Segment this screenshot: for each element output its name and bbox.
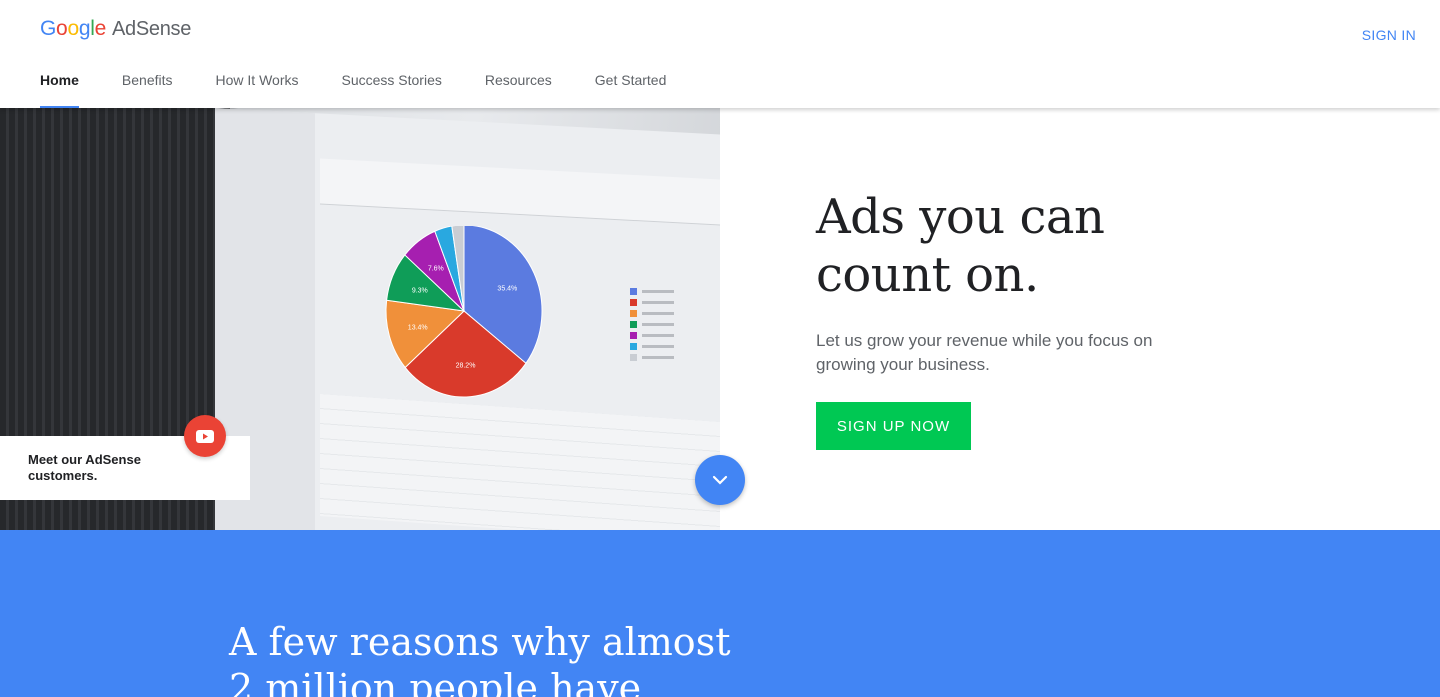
main-nav: Home Benefits How It Works Success Stories R… (40, 60, 709, 108)
chart-legend (630, 288, 674, 365)
legend-item (630, 332, 674, 339)
logo-letter: G (40, 17, 57, 40)
legend-item (630, 310, 674, 317)
logo-letter: o (56, 17, 68, 40)
youtube-play-icon (196, 429, 214, 443)
legend-swatch (630, 310, 637, 317)
hero-title: Ads you can count on. (816, 189, 1105, 303)
legend-swatch (630, 288, 637, 295)
nav-item-home[interactable]: Home (40, 60, 79, 108)
reasons-section: A few reasons why almost 2 million peopl… (0, 530, 1440, 697)
pie-slice-label: 35.4% (497, 285, 517, 292)
legend-label-blur (642, 345, 674, 348)
legend-item (630, 321, 674, 328)
pie-slice-label: 7.6% (428, 266, 444, 273)
pie-chart: 35.4% 28.2% 13.4% 9.3% 7.6% (385, 226, 543, 398)
legend-swatch (630, 343, 637, 350)
chevron-down-icon (712, 475, 728, 485)
legend-swatch (630, 299, 637, 306)
scroll-down-button[interactable] (695, 455, 745, 505)
play-video-button[interactable] (184, 415, 226, 457)
hero-subtitle: Let us grow your revenue while you focus… (816, 331, 1153, 374)
nav-item-benefits[interactable]: Benefits (122, 60, 173, 108)
nav-item-get-started[interactable]: Get Started (595, 60, 667, 108)
nav-item-success-stories[interactable]: Success Stories (341, 60, 441, 108)
sign-up-button[interactable]: SIGN UP NOW (816, 402, 971, 450)
logo-letter: g (78, 17, 91, 40)
product-name: AdSense (111, 18, 192, 40)
logo-letter: e (94, 17, 107, 40)
legend-label-blur (642, 334, 674, 337)
legend-item (630, 299, 674, 306)
logo-letter: o (67, 17, 79, 40)
legend-swatch (630, 354, 637, 361)
legend-label-blur (642, 301, 674, 304)
legend-label-blur (642, 312, 674, 315)
nav-item-how-it-works[interactable]: How It Works (216, 60, 299, 108)
pie-slice-label: 28.2% (456, 362, 476, 369)
sign-in-link[interactable]: SIGN IN (1362, 27, 1416, 43)
screen-toolbar (320, 158, 720, 226)
legend-swatch (630, 332, 637, 339)
legend-label-blur (642, 323, 674, 326)
legend-item (630, 343, 674, 350)
reasons-title: A few reasons why almost 2 million peopl… (229, 620, 731, 697)
legend-label-blur (642, 356, 674, 359)
nav-item-resources[interactable]: Resources (485, 60, 552, 108)
legend-swatch (630, 321, 637, 328)
legend-label-blur (642, 290, 674, 293)
video-card-text: Meet our AdSense customers. (28, 452, 141, 483)
pie-slice-label: 9.3% (412, 287, 428, 294)
pie-slice-label: 13.4% (408, 325, 428, 332)
legend-item (630, 288, 674, 295)
legend-item (630, 354, 674, 361)
site-header: Google AdSense Home Benefits How It Works S… (0, 0, 1440, 108)
google-wordmark: Google (40, 17, 106, 41)
adsense-logo[interactable]: Google AdSense (40, 17, 191, 41)
